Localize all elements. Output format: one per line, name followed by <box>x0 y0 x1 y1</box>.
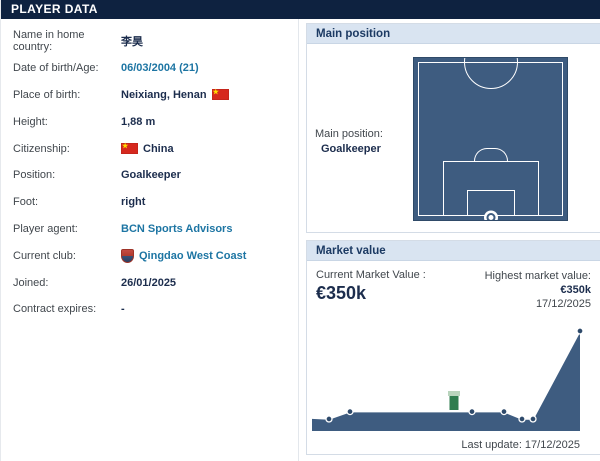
pitch-penalty-arc <box>473 148 508 161</box>
current-club-link[interactable]: Qingdao West Coast <box>121 248 247 263</box>
club-transfer-marker-icon[interactable] <box>448 391 460 410</box>
row-value: Neixiang, Henan <box>121 87 229 101</box>
row-label: Foot: <box>13 196 39 209</box>
table-row-current-club: Current club: Qingdao West Coast <box>1 242 298 269</box>
market-value-data-point[interactable] <box>500 407 508 416</box>
row-label: Name in home country: <box>13 29 85 54</box>
table-row-joined: Joined: 26/01/2025 <box>1 269 298 296</box>
row-value: 1,88 m <box>121 115 156 128</box>
table-row-foot: Foot: right <box>1 189 298 216</box>
page-title: PLAYER DATA <box>11 2 98 16</box>
market-value-data-point[interactable] <box>468 407 476 416</box>
china-flag-icon <box>211 87 229 101</box>
player-profile-page: PLAYER DATA Name in home country: 李昊 Dat… <box>0 0 600 461</box>
last-update-text: Last update: 17/12/2025 <box>461 439 580 451</box>
row-label: Date of birth/Age: <box>13 62 99 75</box>
main-position-label: Main position: <box>315 128 383 140</box>
market-value-header: Market value <box>307 241 600 261</box>
main-position-body: Main position: Goalkeeper <box>307 44 600 232</box>
row-label: Citizenship: <box>13 142 70 155</box>
market-value-data-point[interactable] <box>325 415 333 423</box>
market-value-data-point[interactable] <box>576 327 584 335</box>
row-label: Height: <box>13 115 48 128</box>
main-position-label-block: Main position: Goalkeeper <box>315 128 411 155</box>
table-row-player-agent: Player agent: BCN Sports Advisors <box>1 216 298 243</box>
row-label: Position: <box>13 169 56 182</box>
row-value: 26/01/2025 <box>121 276 177 289</box>
row-label: Player agent: <box>13 222 78 235</box>
club-crest-icon <box>121 248 134 263</box>
highest-market-value-label: Highest market value: <box>484 270 591 282</box>
row-value: Goalkeeper <box>121 169 181 182</box>
current-market-value-label: Current Market Value : <box>316 269 426 281</box>
market-value-data-point[interactable] <box>346 407 354 416</box>
row-value: - <box>121 303 125 316</box>
market-value-chart[interactable] <box>311 327 597 433</box>
highest-market-value-block: Highest market value: €350k 17/12/2025 <box>485 269 591 311</box>
current-market-value: €350k <box>316 283 367 303</box>
highest-market-value: €350k <box>560 284 591 296</box>
row-value: right <box>121 196 146 209</box>
table-row-date-of-birth: Date of birth/Age: 06/03/2004 (21) <box>1 55 298 82</box>
date-of-birth-link[interactable]: 06/03/2004 (21) <box>121 62 199 74</box>
china-flag-icon <box>121 141 138 155</box>
row-value: China <box>121 141 174 155</box>
player-data-panel: Name in home country: 李昊 Date of birth/A… <box>1 19 299 461</box>
table-row-name-home-country: Name in home country: 李昊 <box>1 28 298 55</box>
table-row-citizenship: Citizenship: China <box>1 135 298 162</box>
player-agent-link[interactable]: BCN Sports Advisors <box>121 223 232 235</box>
market-value-data-point[interactable] <box>518 415 526 423</box>
pitch-graphic <box>413 57 568 221</box>
table-row-position: Position: Goalkeeper <box>1 162 298 189</box>
row-label: Joined: <box>13 276 49 289</box>
table-row-height: Height: 1,88 m <box>1 108 298 135</box>
main-position-value: Goalkeeper <box>321 143 381 155</box>
page-title-bar: PLAYER DATA <box>1 0 600 19</box>
market-value-panel: Market value Current Market Value : €350… <box>306 240 600 455</box>
market-value-line <box>311 330 581 420</box>
main-position-header: Main position <box>307 24 600 44</box>
table-row-place-of-birth: Place of birth: Neixiang, Henan <box>1 82 298 109</box>
goalkeeper-position-marker <box>486 213 495 220</box>
market-value-area <box>312 331 580 431</box>
market-value-summary: Current Market Value : €350k Highest mar… <box>307 261 600 311</box>
current-market-value-block: Current Market Value : €350k <box>316 269 426 311</box>
citizenship-text: China <box>143 142 174 155</box>
table-row-contract-expires: Contract expires: - <box>1 296 298 323</box>
highest-market-value-date: 17/12/2025 <box>535 298 591 310</box>
row-value: 李昊 <box>121 36 143 49</box>
current-club-text: Qingdao West Coast <box>139 249 247 262</box>
row-label: Contract expires: <box>13 303 97 316</box>
row-label: Current club: <box>13 249 76 262</box>
row-label: Place of birth: <box>13 88 81 101</box>
place-of-birth-text: Neixiang, Henan <box>121 88 207 101</box>
market-value-data-point[interactable] <box>529 415 537 423</box>
main-position-panel: Main position Main position: Goalkeeper <box>306 23 600 233</box>
